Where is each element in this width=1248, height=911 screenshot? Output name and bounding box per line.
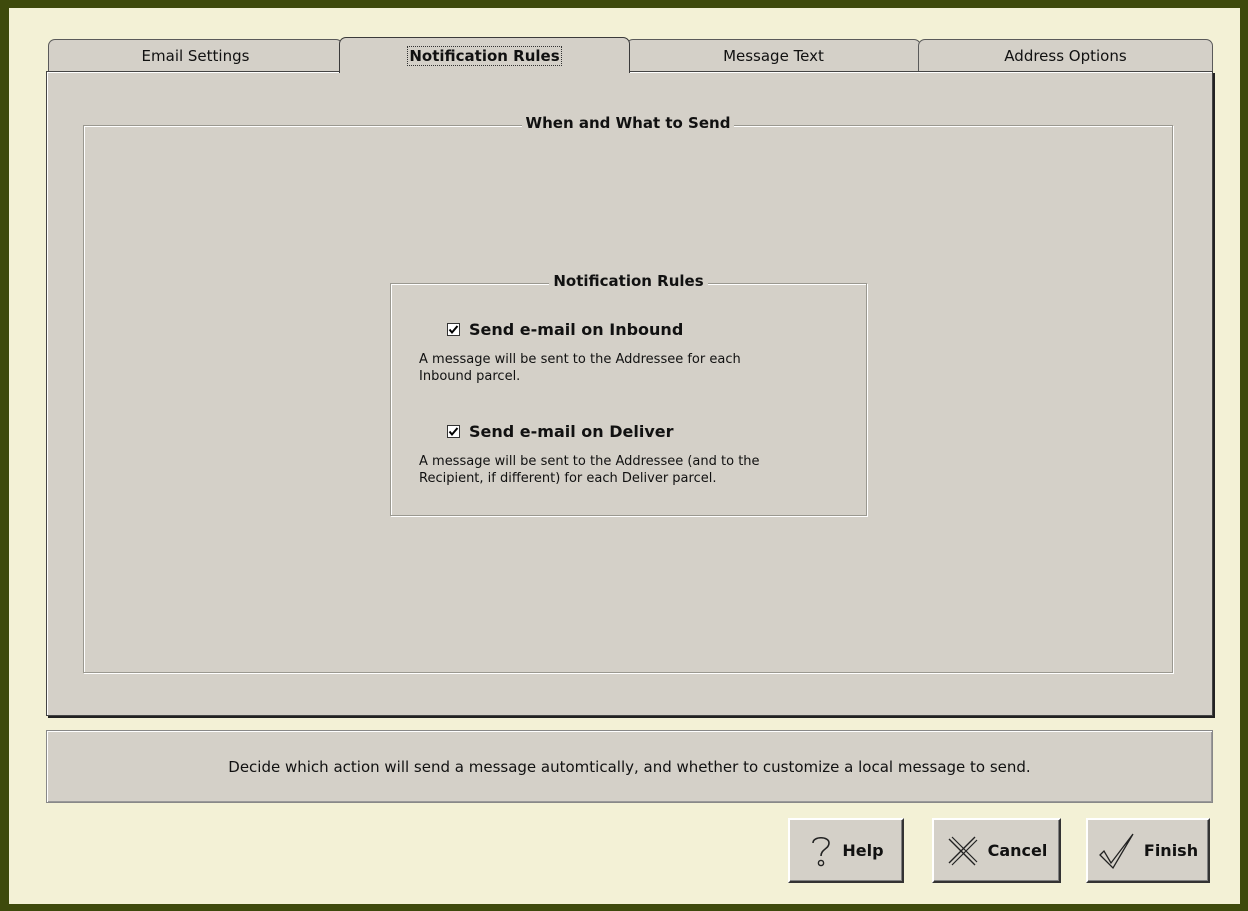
- groupbox-title-text: Notification Rules: [549, 272, 708, 290]
- inbound-checkbox-label: Send e-mail on Inbound: [469, 320, 684, 339]
- dialog-window: Email Settings Notification Rules Messag…: [9, 8, 1240, 904]
- deliver-checkbox-label: Send e-mail on Deliver: [469, 422, 674, 441]
- groupbox-title-text: When and What to Send: [521, 114, 735, 132]
- finish-icon: [1098, 831, 1136, 871]
- groupbox-title: Notification Rules: [391, 272, 866, 290]
- inbound-description: A message will be sent to the Addressee …: [419, 351, 741, 385]
- tab-notification-rules[interactable]: Notification Rules: [339, 37, 630, 73]
- description-line: Recipient, if different) for each Delive…: [419, 471, 717, 486]
- help-button[interactable]: Help: [788, 818, 904, 883]
- notification-rules-groupbox: Notification Rules Send e-mail on Inboun…: [390, 272, 867, 516]
- deliver-checkbox-row[interactable]: Send e-mail on Deliver: [447, 422, 674, 441]
- description-line: A message will be sent to the Addressee …: [419, 352, 741, 367]
- description-line: Inbound parcel.: [419, 369, 521, 384]
- inbound-checkbox-row[interactable]: Send e-mail on Inbound: [447, 320, 683, 339]
- help-button-label: Help: [842, 841, 884, 860]
- tab-label: Email Settings: [141, 46, 250, 65]
- checkmark-icon: [448, 427, 459, 437]
- inbound-checkbox[interactable]: [447, 323, 460, 336]
- finish-button[interactable]: Finish: [1086, 818, 1210, 883]
- tab-label: Notification Rules: [407, 45, 562, 66]
- tab-panel: When and What to Send Notification Rules…: [46, 71, 1213, 716]
- tab-address-options[interactable]: Address Options: [918, 39, 1213, 71]
- tab-email-settings[interactable]: Email Settings: [48, 39, 343, 71]
- cancel-icon: [946, 834, 980, 868]
- tab-message-text[interactable]: Message Text: [626, 39, 921, 71]
- tab-label: Address Options: [1004, 46, 1127, 65]
- checkmark-icon: [448, 325, 459, 335]
- help-icon: [808, 833, 834, 869]
- when-what-groupbox: When and What to Send Notification Rules…: [83, 114, 1173, 673]
- description-line: A message will be sent to the Addressee …: [419, 454, 760, 469]
- deliver-checkbox[interactable]: [447, 425, 460, 438]
- hint-text: Decide which action will send a message …: [228, 757, 1031, 776]
- groupbox-title: When and What to Send: [84, 114, 1172, 132]
- cancel-button[interactable]: Cancel: [932, 818, 1061, 883]
- cancel-button-label: Cancel: [987, 841, 1048, 860]
- hint-text-box: Decide which action will send a message …: [46, 730, 1213, 803]
- tab-label: Message Text: [723, 46, 824, 65]
- finish-button-label: Finish: [1143, 841, 1199, 860]
- deliver-description: A message will be sent to the Addressee …: [419, 453, 760, 487]
